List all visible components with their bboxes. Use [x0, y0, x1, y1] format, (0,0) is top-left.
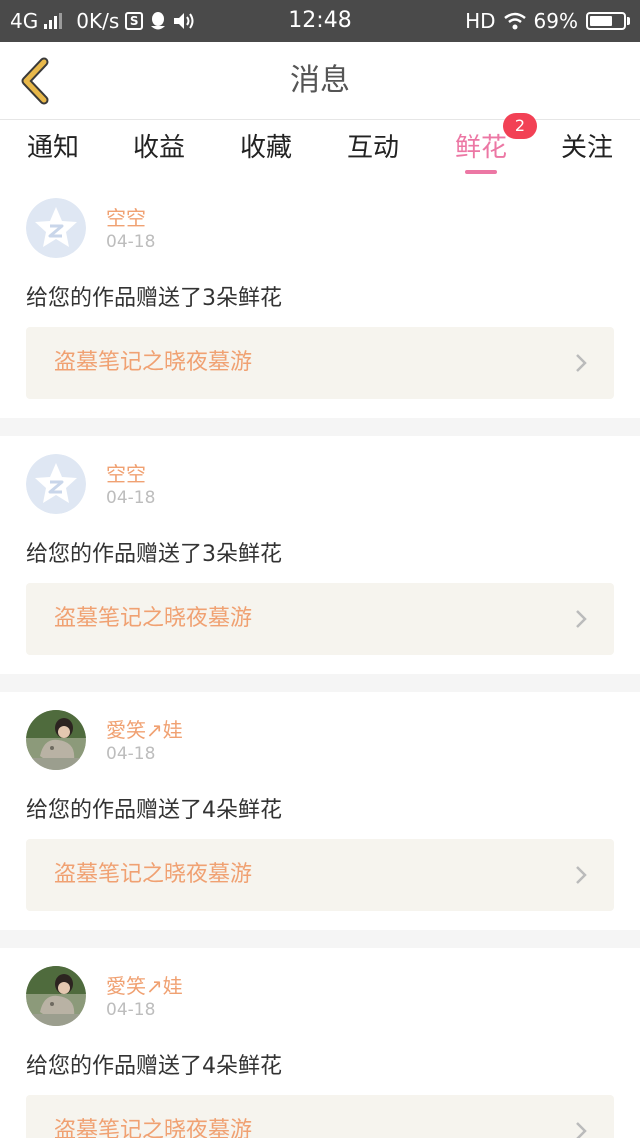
message-card: 空空 04-18 给您的作品赠送了3朵鲜花 盗墓笔记之晓夜墓游	[0, 436, 640, 674]
message-date: 04-18	[106, 488, 156, 508]
qq-icon	[149, 11, 167, 31]
tab-notice[interactable]: 通知	[0, 120, 106, 180]
work-title: 盗墓笔记之晓夜墓游	[54, 606, 253, 631]
message-card: 空空 04-18 给您的作品赠送了3朵鲜花 盗墓笔记之晓夜墓游	[0, 180, 640, 418]
network-type: 4G	[10, 9, 39, 33]
message-text: 给您的作品赠送了4朵鲜花	[26, 1054, 282, 1079]
photo-avatar-icon[interactable]	[26, 966, 86, 1026]
tab-flowers[interactable]: 鲜花 2	[428, 113, 537, 180]
signal-icon	[44, 13, 63, 29]
chevron-right-icon	[576, 866, 587, 884]
message-card: 愛笑↗娃 04-18 给您的作品赠送了4朵鲜花 盗墓笔记之晓夜墓游	[0, 692, 640, 930]
tab-interaction[interactable]: 互动	[320, 120, 426, 180]
unread-badge: 2	[503, 113, 537, 139]
s-app-icon: S	[125, 12, 144, 30]
message-card: 愛笑↗娃 04-18 给您的作品赠送了4朵鲜花 盗墓笔记之晓夜墓游	[0, 948, 640, 1138]
work-link[interactable]: 盗墓笔记之晓夜墓游	[26, 839, 614, 911]
chevron-left-icon	[21, 57, 49, 105]
username[interactable]: 愛笑↗娃	[106, 714, 183, 743]
wifi-icon	[503, 12, 526, 30]
message-date: 04-18	[106, 232, 156, 252]
chevron-right-icon	[576, 610, 587, 628]
chevron-right-icon	[576, 354, 587, 372]
active-tab-indicator	[465, 170, 497, 174]
page-title: 消息	[290, 63, 350, 98]
work-link[interactable]: 盗墓笔记之晓夜墓游	[26, 327, 614, 399]
network-speed: 0K/s	[76, 9, 120, 33]
default-avatar-icon[interactable]	[26, 454, 86, 514]
back-button[interactable]	[14, 56, 62, 106]
status-bar: 4G 0K/s S 12:48 HD 69%	[0, 0, 640, 42]
speaker-icon	[173, 12, 195, 30]
tab-label: 收藏	[239, 133, 292, 163]
tab-label: 鲜花	[454, 133, 507, 163]
tab-following[interactable]: 关注	[534, 120, 640, 180]
tab-label: 关注	[560, 133, 613, 163]
photo-avatar-icon[interactable]	[26, 710, 86, 770]
tab-earnings[interactable]: 收益	[106, 120, 212, 180]
tab-favorites[interactable]: 收藏	[213, 120, 319, 180]
battery-icon	[586, 12, 630, 30]
work-title: 盗墓笔记之晓夜墓游	[54, 1118, 253, 1138]
tab-label: 互动	[346, 133, 399, 163]
tab-label: 通知	[26, 133, 79, 163]
message-text: 给您的作品赠送了3朵鲜花	[26, 542, 282, 567]
chevron-right-icon	[576, 1122, 587, 1138]
tab-bar: 通知 收益 收藏 互动 鲜花 2 关注	[0, 113, 640, 180]
work-title: 盗墓笔记之晓夜墓游	[54, 862, 253, 887]
work-title: 盗墓笔记之晓夜墓游	[54, 350, 253, 375]
battery-percent: 69%	[533, 9, 578, 33]
nav-header: 消息	[0, 42, 640, 120]
default-avatar-icon[interactable]	[26, 198, 86, 258]
message-date: 04-18	[106, 744, 156, 764]
username[interactable]: 愛笑↗娃	[106, 970, 183, 999]
work-link[interactable]: 盗墓笔记之晓夜墓游	[26, 1095, 614, 1138]
message-list[interactable]: 空空 04-18 给您的作品赠送了3朵鲜花 盗墓笔记之晓夜墓游 空空 04-18…	[0, 180, 640, 1138]
status-left: 4G 0K/s S	[10, 0, 195, 42]
status-right: HD 69%	[465, 0, 630, 42]
work-link[interactable]: 盗墓笔记之晓夜墓游	[26, 583, 614, 655]
message-text: 给您的作品赠送了4朵鲜花	[26, 798, 282, 823]
hd-label: HD	[465, 9, 496, 33]
message-date: 04-18	[106, 1000, 156, 1020]
username[interactable]: 空空	[106, 202, 146, 231]
username[interactable]: 空空	[106, 458, 146, 487]
message-text: 给您的作品赠送了3朵鲜花	[26, 286, 282, 311]
tab-label: 收益	[132, 133, 185, 163]
